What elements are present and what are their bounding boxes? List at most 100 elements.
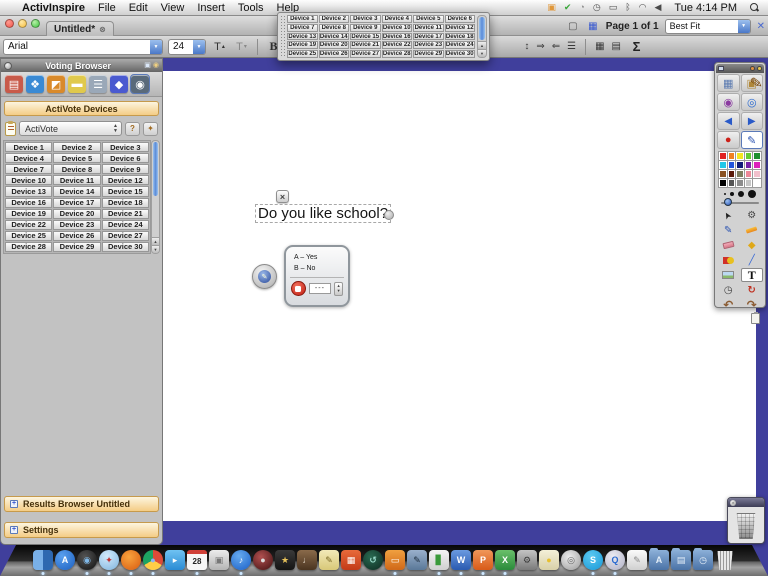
- toolbox-pin-button[interactable]: [757, 66, 762, 71]
- properties-browser-icon[interactable]: ☰: [89, 75, 107, 93]
- highlighter-tool-icon[interactable]: [741, 223, 764, 237]
- dock-folder-downloads[interactable]: ◷: [693, 550, 713, 570]
- device-button[interactable]: Device 22: [5, 220, 52, 230]
- actions-browser-icon[interactable]: ◆: [110, 75, 128, 93]
- device-button[interactable]: Device 8: [319, 24, 350, 32]
- insert-media-icon[interactable]: [717, 268, 740, 282]
- scrollbar-thumb[interactable]: [153, 142, 158, 196]
- device-button[interactable]: Device 12: [102, 175, 149, 185]
- sync-menu-icon[interactable]: ◔: [579, 3, 584, 12]
- dock-trash[interactable]: [715, 550, 735, 570]
- color-swatch[interactable]: [728, 161, 736, 169]
- clock-tool-icon[interactable]: ◷: [717, 283, 740, 297]
- device-button[interactable]: Device 11: [413, 24, 444, 32]
- color-swatch[interactable]: [753, 152, 761, 160]
- dock-excel[interactable]: X: [495, 550, 515, 570]
- chevron-down-icon[interactable]: ▼: [150, 40, 162, 54]
- previous-page-button[interactable]: ◀: [717, 112, 740, 130]
- scroll-up-icon[interactable]: ▲: [152, 237, 159, 245]
- device-button[interactable]: Device 13: [287, 33, 318, 41]
- device-button[interactable]: Device 23: [413, 41, 444, 49]
- select-tool-icon[interactable]: ➤: [717, 208, 740, 222]
- dock-garageband[interactable]: ♩: [297, 550, 317, 570]
- dock-skype[interactable]: S: [583, 550, 603, 570]
- dock-dvd-player[interactable]: ●: [253, 550, 273, 570]
- device-button[interactable]: Device 14: [53, 186, 100, 196]
- device-button[interactable]: Device 1: [5, 142, 52, 152]
- color-swatch[interactable]: [719, 170, 727, 178]
- line-spacing-icon[interactable]: ↕: [524, 41, 529, 52]
- panel-titlebar[interactable]: Voting Browser ▣ ◉: [1, 59, 162, 72]
- device-button[interactable]: Device 3: [350, 15, 381, 23]
- device-button[interactable]: Device 27: [350, 50, 381, 58]
- device-button[interactable]: Device 16: [5, 198, 52, 208]
- express-poll-icon[interactable]: ◎: [741, 93, 764, 111]
- stop-vote-button[interactable]: [291, 281, 306, 296]
- bullet-list-icon[interactable]: ☰: [567, 41, 576, 52]
- time-machine-menu-icon[interactable]: ◷: [593, 3, 601, 12]
- indent-more-icon[interactable]: ⇒: [536, 41, 544, 52]
- width-dot[interactable]: [724, 193, 726, 195]
- menu-clock[interactable]: Tue 4:14 PM: [674, 2, 737, 14]
- dismiss-button[interactable]: ×: [276, 190, 289, 203]
- special-character-icon[interactable]: ▤: [612, 41, 621, 52]
- slider-knob[interactable]: [724, 198, 732, 206]
- device-button[interactable]: Device 23: [53, 220, 100, 230]
- width-dot[interactable]: [730, 192, 734, 196]
- device-button[interactable]: Device 6: [102, 153, 149, 163]
- panel-close-button[interactable]: [4, 62, 12, 70]
- eraser-tool-icon[interactable]: [717, 238, 740, 252]
- dock-app-store[interactable]: A: [55, 550, 75, 570]
- indent-less-icon[interactable]: ⇐: [552, 41, 560, 52]
- color-swatch[interactable]: [719, 152, 727, 160]
- popup-drag-handle[interactable]: [280, 15, 285, 58]
- device-button[interactable]: Device 4: [382, 15, 413, 23]
- device-button[interactable]: Device 26: [53, 231, 100, 241]
- device-button[interactable]: Device 13: [5, 186, 52, 196]
- document-tab[interactable]: Untitled* ⊗: [46, 21, 114, 36]
- dock-keynote[interactable]: ▭: [385, 550, 405, 570]
- menu-tools[interactable]: Tools: [238, 2, 264, 14]
- reset-page-icon[interactable]: ↻: [741, 283, 764, 297]
- device-button[interactable]: Device 2: [53, 142, 100, 152]
- dock-powerpoint[interactable]: P: [473, 550, 493, 570]
- close-window-button[interactable]: [5, 19, 14, 28]
- chat-status-icon[interactable]: ✔: [564, 3, 572, 12]
- dock-office[interactable]: ▦: [341, 550, 361, 570]
- pen-width-slider[interactable]: [721, 198, 759, 207]
- font-family-select[interactable]: Arial ▼: [3, 39, 163, 55]
- device-button[interactable]: Device 10: [382, 24, 413, 32]
- device-button[interactable]: Device 5: [413, 15, 444, 23]
- device-button[interactable]: Device 11: [53, 175, 100, 185]
- device-type-select[interactable]: ActiVote ▲▼: [19, 121, 122, 136]
- dock-notes[interactable]: ✎: [319, 550, 339, 570]
- device-button[interactable]: Device 5: [53, 153, 100, 163]
- color-swatch[interactable]: [736, 161, 744, 169]
- page-browser-icon[interactable]: ▤: [5, 75, 23, 93]
- device-button[interactable]: Device 28: [5, 242, 52, 252]
- panel-pin-icon[interactable]: ▣: [144, 62, 151, 69]
- dock-itunes[interactable]: ♪: [231, 550, 251, 570]
- popup-scrollbar[interactable]: ▲ ▼: [477, 15, 487, 58]
- tools-menu-icon[interactable]: ⚙: [741, 208, 764, 222]
- resource-browser-icon[interactable]: ❖: [26, 75, 44, 93]
- scroll-down-icon[interactable]: ▼: [152, 245, 159, 253]
- color-swatch[interactable]: [728, 152, 736, 160]
- connector-tool-icon[interactable]: ╱: [741, 253, 764, 267]
- dock-textedit[interactable]: ✎: [627, 550, 647, 570]
- panel-scrollbar[interactable]: ▲ ▼: [151, 140, 160, 254]
- device-button[interactable]: Device 3: [102, 142, 149, 152]
- record-button[interactable]: ●: [717, 131, 740, 149]
- spotlight-icon[interactable]: [750, 3, 759, 12]
- register-devices-button[interactable]: ?: [125, 122, 140, 136]
- dock-safari[interactable]: ✦: [99, 550, 119, 570]
- device-button[interactable]: Device 25: [287, 50, 318, 58]
- next-page-button[interactable]: ▶: [741, 112, 764, 130]
- best-fit-icon[interactable]: ✕: [757, 21, 765, 32]
- device-button[interactable]: Device 29: [53, 242, 100, 252]
- dock-finder[interactable]: [33, 550, 53, 570]
- bluetooth-menu-icon[interactable]: ᛒ: [625, 3, 630, 12]
- dock-iphoto[interactable]: ▣: [209, 550, 229, 570]
- dock-ink[interactable]: ✎: [407, 550, 427, 570]
- tab-close-icon[interactable]: ⊗: [99, 25, 106, 34]
